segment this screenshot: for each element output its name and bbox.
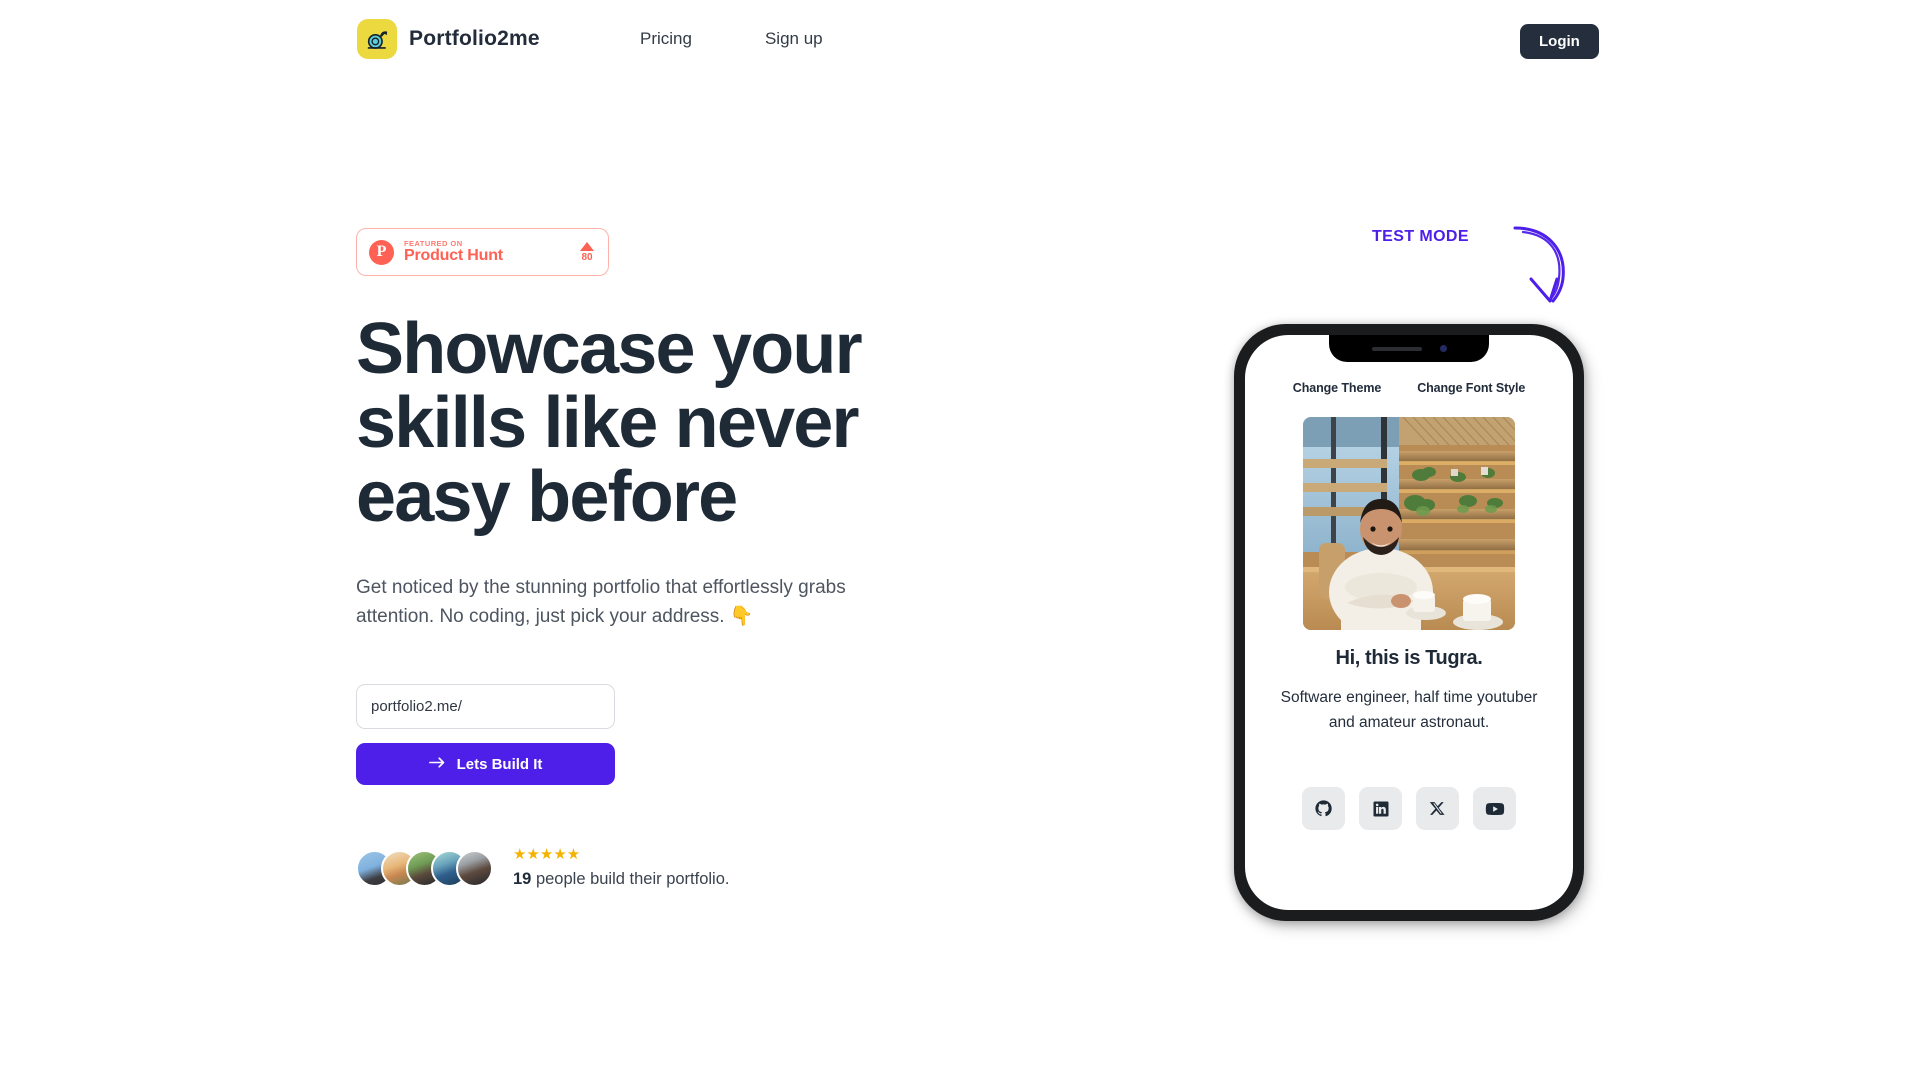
brand-name: Portfolio2me — [409, 27, 540, 50]
profile-bio: Software engineer, half time youtuber an… — [1280, 689, 1538, 732]
phone-controls: Change Theme Change Font Style — [1245, 381, 1573, 395]
test-mode-label: TEST MODE — [1372, 228, 1469, 245]
lets-build-it-label: Lets Build It — [456, 755, 543, 773]
phone-mockup: Change Theme Change Font Style Hi, this … — [1234, 324, 1584, 921]
page-title: Showcase your skills like never easy bef… — [356, 309, 863, 538]
product-hunt-title: Product Hunt — [404, 246, 503, 264]
phone-screen: Change Theme Change Font Style Hi, this … — [1245, 335, 1573, 910]
speaker-icon — [1371, 346, 1422, 351]
snail-icon — [357, 19, 397, 59]
product-hunt-text: FEATURED ON Product Hunt — [404, 239, 503, 265]
phone-notch — [1329, 335, 1489, 362]
nav-links: Pricing Sign up — [640, 29, 823, 49]
curved-arrow-icon — [1512, 222, 1574, 313]
lets-build-it-button[interactable]: Lets Build It — [356, 743, 615, 786]
brand-logo-link[interactable]: Portfolio2me — [357, 19, 540, 59]
youtube-icon[interactable] — [1473, 787, 1516, 830]
social-proof-text: ★★★★★ 19 people build their portfolio. — [513, 847, 730, 889]
profile-name: Hi, this is Tugra. — [1335, 647, 1483, 669]
hero-section: P FEATURED ON Product Hunt 80 Showcase y… — [356, 228, 996, 889]
change-font-style-button[interactable]: Change Font Style — [1417, 381, 1525, 395]
social-proof-line: 19 people build their portfolio. — [513, 870, 730, 889]
linkedin-icon[interactable] — [1359, 787, 1402, 830]
social-links — [1302, 787, 1516, 830]
change-theme-button[interactable]: Change Theme — [1293, 381, 1382, 395]
login-button[interactable]: Login — [1520, 24, 1599, 59]
avatar — [456, 849, 493, 887]
nav-link-pricing[interactable]: Pricing — [640, 29, 692, 49]
rating-stars-icon: ★★★★★ — [513, 846, 581, 864]
hero-subtitle: Get noticed by the stunning portfolio th… — [356, 577, 846, 628]
github-icon[interactable] — [1302, 787, 1345, 830]
product-hunt-vote-count: 80 — [581, 251, 593, 263]
top-navbar: Portfolio2me Pricing Sign up Login — [0, 0, 1920, 80]
nav-link-signup[interactable]: Sign up — [765, 29, 823, 49]
product-hunt-badge[interactable]: P FEATURED ON Product Hunt 80 — [356, 228, 609, 276]
camera-icon — [1439, 345, 1447, 352]
avatar-stack — [356, 849, 493, 887]
product-hunt-votes[interactable]: 80 — [580, 241, 596, 263]
profile-photo — [1303, 417, 1515, 630]
social-proof-count: 19 — [513, 870, 532, 889]
social-proof: ★★★★★ 19 people build their portfolio. — [356, 847, 996, 889]
x-twitter-icon[interactable] — [1416, 787, 1459, 830]
arrow-right-icon — [428, 756, 446, 773]
url-input[interactable] — [356, 684, 615, 730]
social-proof-label: people build their portfolio. — [531, 870, 730, 889]
upvote-triangle-icon — [580, 241, 594, 251]
product-hunt-icon: P — [369, 239, 394, 265]
